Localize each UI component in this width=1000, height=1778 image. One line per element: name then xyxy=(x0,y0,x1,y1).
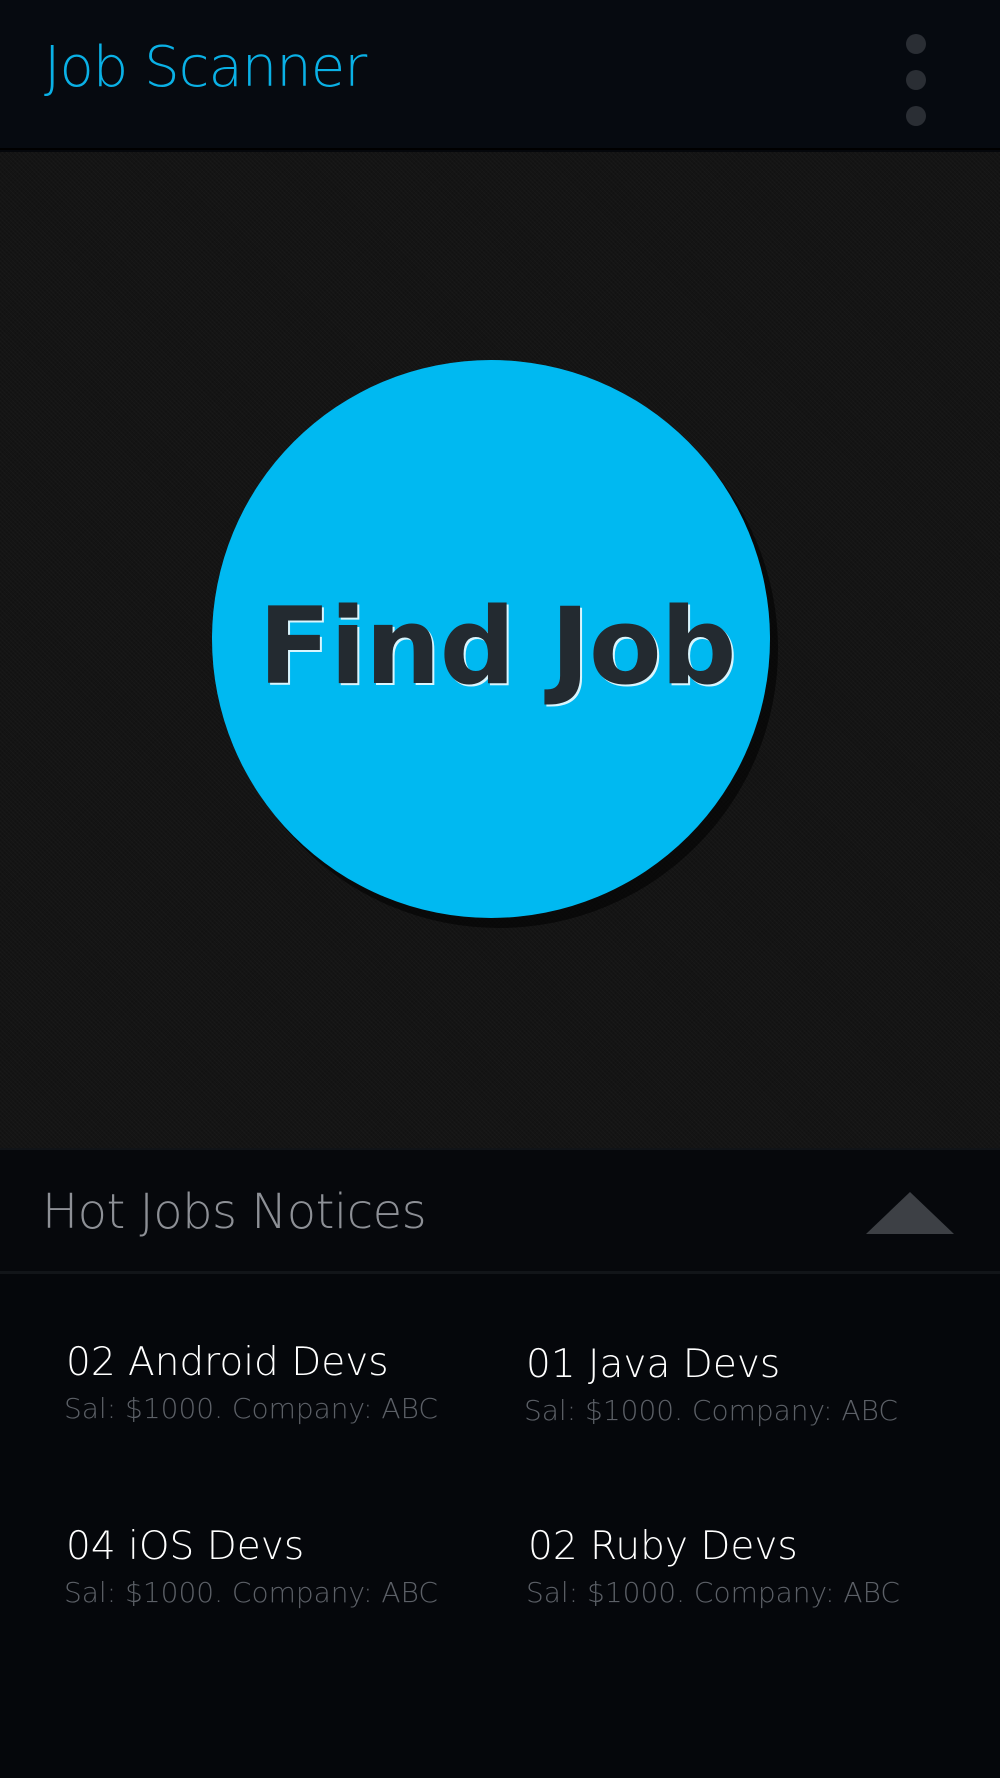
job-title: 02 Android Devs xyxy=(66,1340,389,1385)
hot-jobs-list: 02 Android Devs Sal: $1000. Company: ABC… xyxy=(0,1274,1000,1778)
hero-area: Find Job xyxy=(0,152,1000,1148)
hot-jobs-header[interactable]: Hot Jobs Notices xyxy=(0,1148,1000,1274)
overflow-menu-dot xyxy=(906,106,926,126)
job-scanner-screen: Job Scanner Find Job Hot Jobs Notices 02… xyxy=(0,0,1000,1778)
job-title: 02 Ruby Devs xyxy=(528,1524,798,1569)
overflow-menu-dot xyxy=(906,34,926,54)
find-job-label: Find Job xyxy=(258,584,736,708)
triangle-up-icon[interactable] xyxy=(866,1192,954,1234)
app-bar: Job Scanner xyxy=(0,0,1000,150)
job-item-android[interactable]: 02 Android Devs Sal: $1000. Company: ABC xyxy=(64,1340,486,1426)
job-title: 01 Java Devs xyxy=(526,1342,781,1387)
find-job-button[interactable]: Find Job xyxy=(212,360,770,918)
job-meta: Sal: $1000. Company: ABC xyxy=(64,1391,438,1425)
job-item-java[interactable]: 01 Java Devs Sal: $1000. Company: ABC xyxy=(524,1342,946,1428)
job-meta: Sal: $1000. Company: ABC xyxy=(524,1393,898,1427)
overflow-menu-dot xyxy=(906,70,926,90)
job-item-ios[interactable]: 04 iOS Devs Sal: $1000. Company: ABC xyxy=(64,1524,486,1610)
job-meta: Sal: $1000. Company: ABC xyxy=(64,1575,438,1609)
job-title: 04 iOS Devs xyxy=(66,1524,305,1569)
job-item-ruby[interactable]: 02 Ruby Devs Sal: $1000. Company: ABC xyxy=(526,1524,948,1610)
job-meta: Sal: $1000. Company: ABC xyxy=(526,1575,900,1609)
overflow-menu-icon[interactable] xyxy=(896,34,936,126)
app-title: Job Scanner xyxy=(44,35,367,100)
hot-jobs-title: Hot Jobs Notices xyxy=(42,1184,427,1240)
